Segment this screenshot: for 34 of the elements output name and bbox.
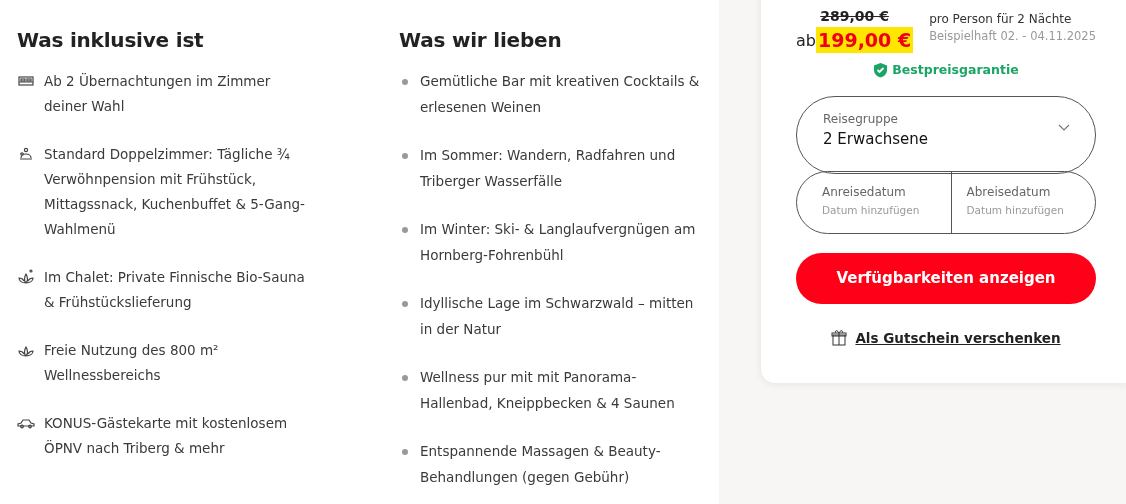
- price-prefix: ab: [796, 30, 816, 52]
- bullet-icon: [402, 375, 408, 381]
- list-item-text: Im Winter: Ski- & Langlaufvergnügen am Hornberg-Fohrenbühl: [420, 220, 697, 265]
- section-heading: Was wir lieben: [399, 28, 563, 52]
- chevron-down-icon: [1058, 123, 1070, 132]
- list-item-text: Entspannende Massagen & Beauty-Behandlungen (gegen Gebühr): [420, 442, 662, 487]
- bullet-icon: [402, 227, 408, 233]
- list-item-text: Standard Doppelzimmer: Tägliche ¾ Verwöhnpension mit Frühstück, Mittagssnack, Kuchenbuffet & 5-Gang-Wahlmenü: [44, 145, 306, 239]
- list-item-text: Ab 2 Übernachtungen im Zimmer deiner Wahl: [44, 72, 272, 116]
- list-item-text: Freie Nutzung des 800 m² Wellnessbereichs: [44, 341, 220, 385]
- bullet-icon: [402, 449, 408, 455]
- bullet-icon: [402, 79, 408, 85]
- serving-dish-icon: [17, 145, 35, 163]
- shield-check-icon: [873, 62, 889, 79]
- gift-icon: [831, 329, 848, 347]
- availability-button[interactable]: Verfügbarkeiten anzeigen: [796, 252, 1096, 304]
- lotus-icon: [17, 268, 35, 286]
- section-heading: Was inklusive ist: [17, 28, 205, 52]
- list-item-text: Im Chalet: Private Finnische Bio-Sauna & Frühstückslieferung: [44, 268, 306, 312]
- list-item-text: Gemütliche Bar mit kreativen Cocktails & erlesenen Weinen: [420, 72, 701, 117]
- list-item-text: KONUS-Gästekarte mit kostenlosem ÖPNV nach Triberg & mehr: [44, 414, 289, 458]
- bullet-icon: [402, 153, 408, 159]
- field-value: 2 Erwachsene: [823, 128, 929, 150]
- price: 199,00 €: [815, 27, 914, 53]
- guarantee-label: Bestpreisgarantie: [892, 61, 1019, 79]
- bullet-icon: [402, 301, 408, 307]
- price-note: pro Person für 2 Nächte: [929, 11, 1073, 28]
- voucher-link[interactable]: Als Gutschein verschenken: [855, 327, 1061, 348]
- old-price: 289,00 €: [819, 7, 890, 26]
- list-item-text: Im Sommer: Wandern, Radfahren und Triberger Wasserfälle: [420, 146, 677, 191]
- example-dates: Beispielhaft 02. - 04.11.2025: [929, 28, 1096, 45]
- list-item-text: Idyllische Lage im Schwarzwald – mitten in der Natur: [420, 294, 695, 339]
- list-item-text: Wellness pur mit mit Panorama-Hallenbad, Kneippbecken & 4 Saunen: [420, 368, 676, 413]
- field-label: Reisegruppe: [823, 110, 899, 128]
